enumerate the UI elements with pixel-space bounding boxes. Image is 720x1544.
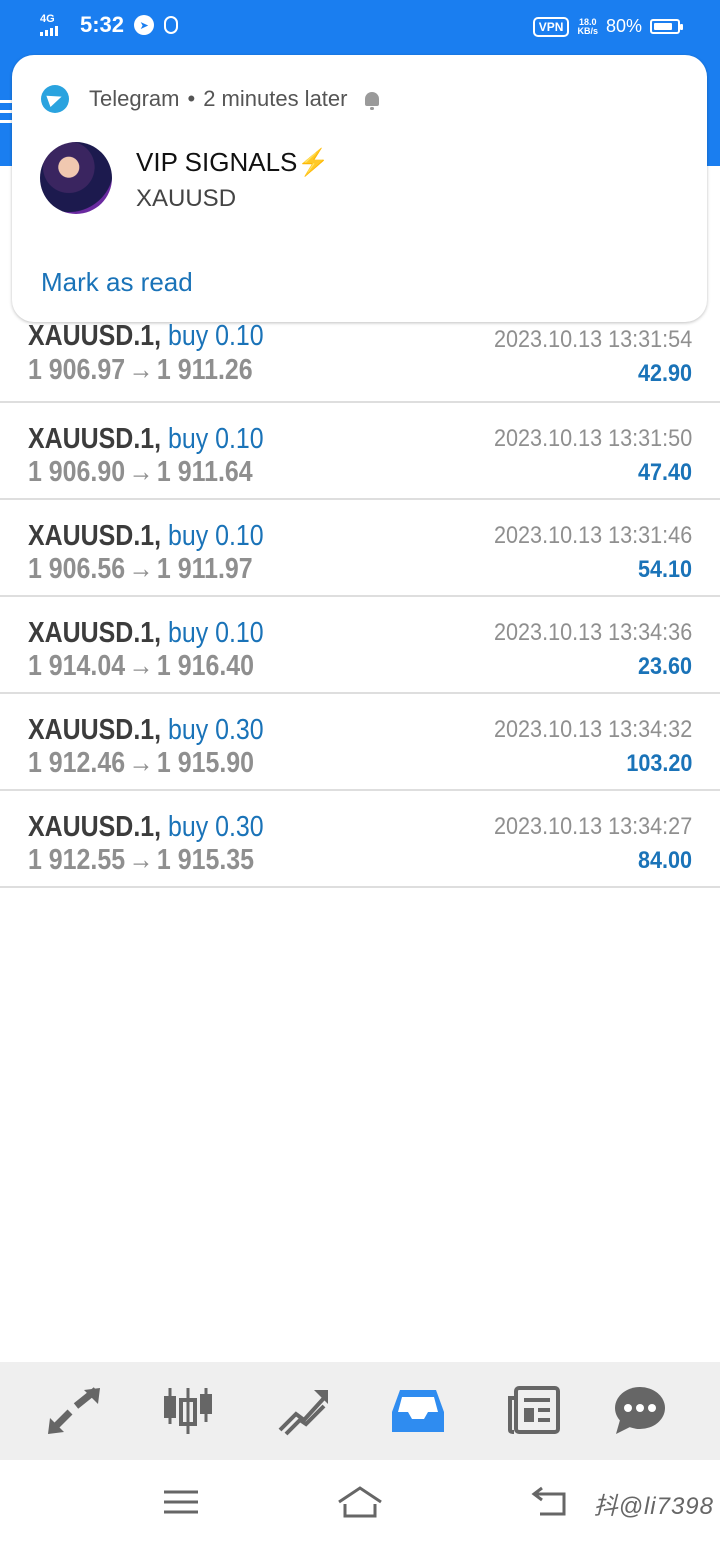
- deal-profit: 47.40: [637, 459, 692, 486]
- news-icon: [508, 1386, 560, 1434]
- deal-time: 2023.10.13 13:34:27: [493, 813, 692, 840]
- bottom-tab-bar: [0, 1362, 720, 1460]
- chart-tab[interactable]: [160, 1386, 216, 1436]
- bell-icon: [365, 92, 380, 110]
- deal-prices: 1 912.55 → 1 915.35: [28, 844, 254, 877]
- notification-card[interactable]: Telegram • 2 minutes later VIP SIGNALS⚡ …: [12, 55, 707, 322]
- status-bar: 4G 5:32 ➤ VPN 18.0 KB/s 80%: [0, 0, 720, 56]
- recent-apps-button[interactable]: [156, 1482, 206, 1522]
- deal-prices: 1 912.46 → 1 915.90: [28, 747, 254, 780]
- messages-icon: [615, 1387, 665, 1434]
- back-icon: [531, 1486, 566, 1516]
- deal-side-volume: buy 0.10: [167, 520, 264, 552]
- deal-time: 2023.10.13 13:31:50: [493, 425, 692, 452]
- deal-side-volume: buy 0.10: [167, 320, 264, 352]
- arrow-icon: →: [128, 844, 154, 876]
- close-price: 1 911.64: [156, 456, 253, 488]
- deal-symbol: XAUUSD.1, buy 0.10: [28, 617, 264, 649]
- trade-tab[interactable]: [274, 1386, 330, 1436]
- back-button[interactable]: [526, 1482, 576, 1522]
- deal-side-volume: buy 0.10: [167, 423, 264, 455]
- debug-icon: [164, 16, 179, 34]
- deals-list: XAUUSD.1, buy 0.10 1 906.97 → 1 911.26 2023.…: [0, 304, 720, 888]
- deal-row[interactable]: XAUUSD.1, buy 0.10 1 914.04 → 1 916.40 2023.…: [0, 597, 720, 694]
- notification-title: VIP SIGNALS⚡: [136, 147, 330, 177]
- close-price: 1 911.26: [156, 354, 253, 386]
- deal-prices: 1 906.90 → 1 911.64: [28, 456, 253, 489]
- deal-row[interactable]: XAUUSD.1, buy 0.30 1 912.55 → 1 915.35 2023.…: [0, 791, 720, 888]
- deal-symbol: XAUUSD.1, buy 0.10: [28, 320, 264, 352]
- deal-row[interactable]: XAUUSD.1, buy 0.10 1 906.56 → 1 911.97 2023.…: [0, 500, 720, 597]
- close-price: 1 915.35: [156, 844, 254, 876]
- deal-symbol: XAUUSD.1, buy 0.10: [28, 423, 264, 455]
- telegram-status-icon: ➤: [134, 15, 155, 35]
- signal-icon: 4G: [40, 14, 70, 36]
- quotes-tab[interactable]: [46, 1386, 102, 1436]
- trade-icon: [278, 1390, 328, 1436]
- deal-prices: 1 906.56 → 1 911.97: [28, 553, 253, 586]
- deal-time: 2023.10.13 13:31:54: [493, 326, 692, 353]
- network-speed: 18.0 KB/s: [577, 16, 598, 36]
- home-icon: [338, 1486, 382, 1518]
- chart-icon: [164, 1388, 212, 1434]
- arrow-icon: →: [128, 650, 154, 682]
- battery-percent: 80%: [605, 16, 642, 36]
- deal-time: 2023.10.13 13:34:32: [493, 716, 692, 743]
- arrow-icon: →: [128, 456, 154, 488]
- deal-profit: 103.20: [625, 750, 692, 777]
- notification-app-name: Telegram: [89, 86, 180, 111]
- arrow-icon: →: [128, 354, 154, 386]
- deal-row[interactable]: XAUUSD.1, buy 0.10 1 906.90 → 1 911.64 2023.…: [0, 403, 720, 500]
- deal-profit: 42.90: [637, 360, 692, 387]
- deal-symbol: XAUUSD.1, buy 0.30: [28, 714, 264, 746]
- news-tab[interactable]: [506, 1386, 562, 1436]
- notification-message: XAUUSD: [136, 185, 237, 212]
- deal-time: 2023.10.13 13:34:36: [493, 619, 692, 646]
- deal-profit: 23.60: [637, 653, 692, 680]
- separator-dot: •: [187, 86, 196, 111]
- arrow-icon: →: [128, 747, 154, 779]
- deal-row[interactable]: XAUUSD.1, buy 0.30 1 912.46 → 1 915.90 2023.…: [0, 694, 720, 791]
- deal-profit: 84.00: [637, 847, 692, 874]
- deal-symbol: XAUUSD.1, buy 0.30: [28, 811, 264, 843]
- watermark: 抖@li7398: [593, 1493, 714, 1520]
- history-icon: [392, 1390, 444, 1432]
- open-price: 1 912.46: [28, 747, 126, 779]
- messages-tab[interactable]: [612, 1386, 668, 1436]
- deal-side-volume: buy 0.30: [167, 811, 264, 843]
- deal-prices: 1 906.97 → 1 911.26: [28, 354, 253, 387]
- deal-side-volume: buy 0.10: [167, 617, 264, 649]
- menu-icon[interactable]: [0, 100, 12, 130]
- vpn-badge: VPN: [532, 16, 570, 37]
- notification-time: 2 minutes later: [203, 86, 348, 111]
- open-price: 1 906.90: [28, 456, 126, 488]
- mark-as-read-button[interactable]: Mark as read: [41, 267, 193, 298]
- home-button[interactable]: [335, 1482, 385, 1522]
- deal-row[interactable]: XAUUSD.1, buy 0.10 1 906.97 → 1 911.26 2023.…: [0, 304, 720, 403]
- open-price: 1 914.04: [28, 650, 126, 682]
- open-price: 1 912.55: [28, 844, 126, 876]
- close-price: 1 915.90: [156, 747, 254, 779]
- deal-side-volume: buy 0.30: [167, 714, 264, 746]
- arrow-icon: →: [128, 553, 154, 585]
- deal-symbol: XAUUSD.1, buy 0.10: [28, 520, 264, 552]
- history-tab[interactable]: [390, 1386, 446, 1436]
- system-navigation-bar: 抖@li7398: [0, 1460, 720, 1544]
- open-price: 1 906.97: [28, 354, 126, 386]
- telegram-icon: [41, 85, 69, 113]
- close-price: 1 911.97: [156, 553, 253, 585]
- open-price: 1 906.56: [28, 553, 126, 585]
- deal-prices: 1 914.04 → 1 916.40: [28, 650, 254, 683]
- menu-lines-icon: [164, 1490, 198, 1514]
- clock: 5:32: [80, 12, 125, 37]
- close-price: 1 916.40: [156, 650, 254, 682]
- battery-icon: [650, 19, 683, 34]
- deal-profit: 54.10: [637, 556, 692, 583]
- quotes-icon: [48, 1387, 100, 1434]
- avatar: [40, 142, 112, 214]
- deal-time: 2023.10.13 13:31:46: [493, 522, 692, 549]
